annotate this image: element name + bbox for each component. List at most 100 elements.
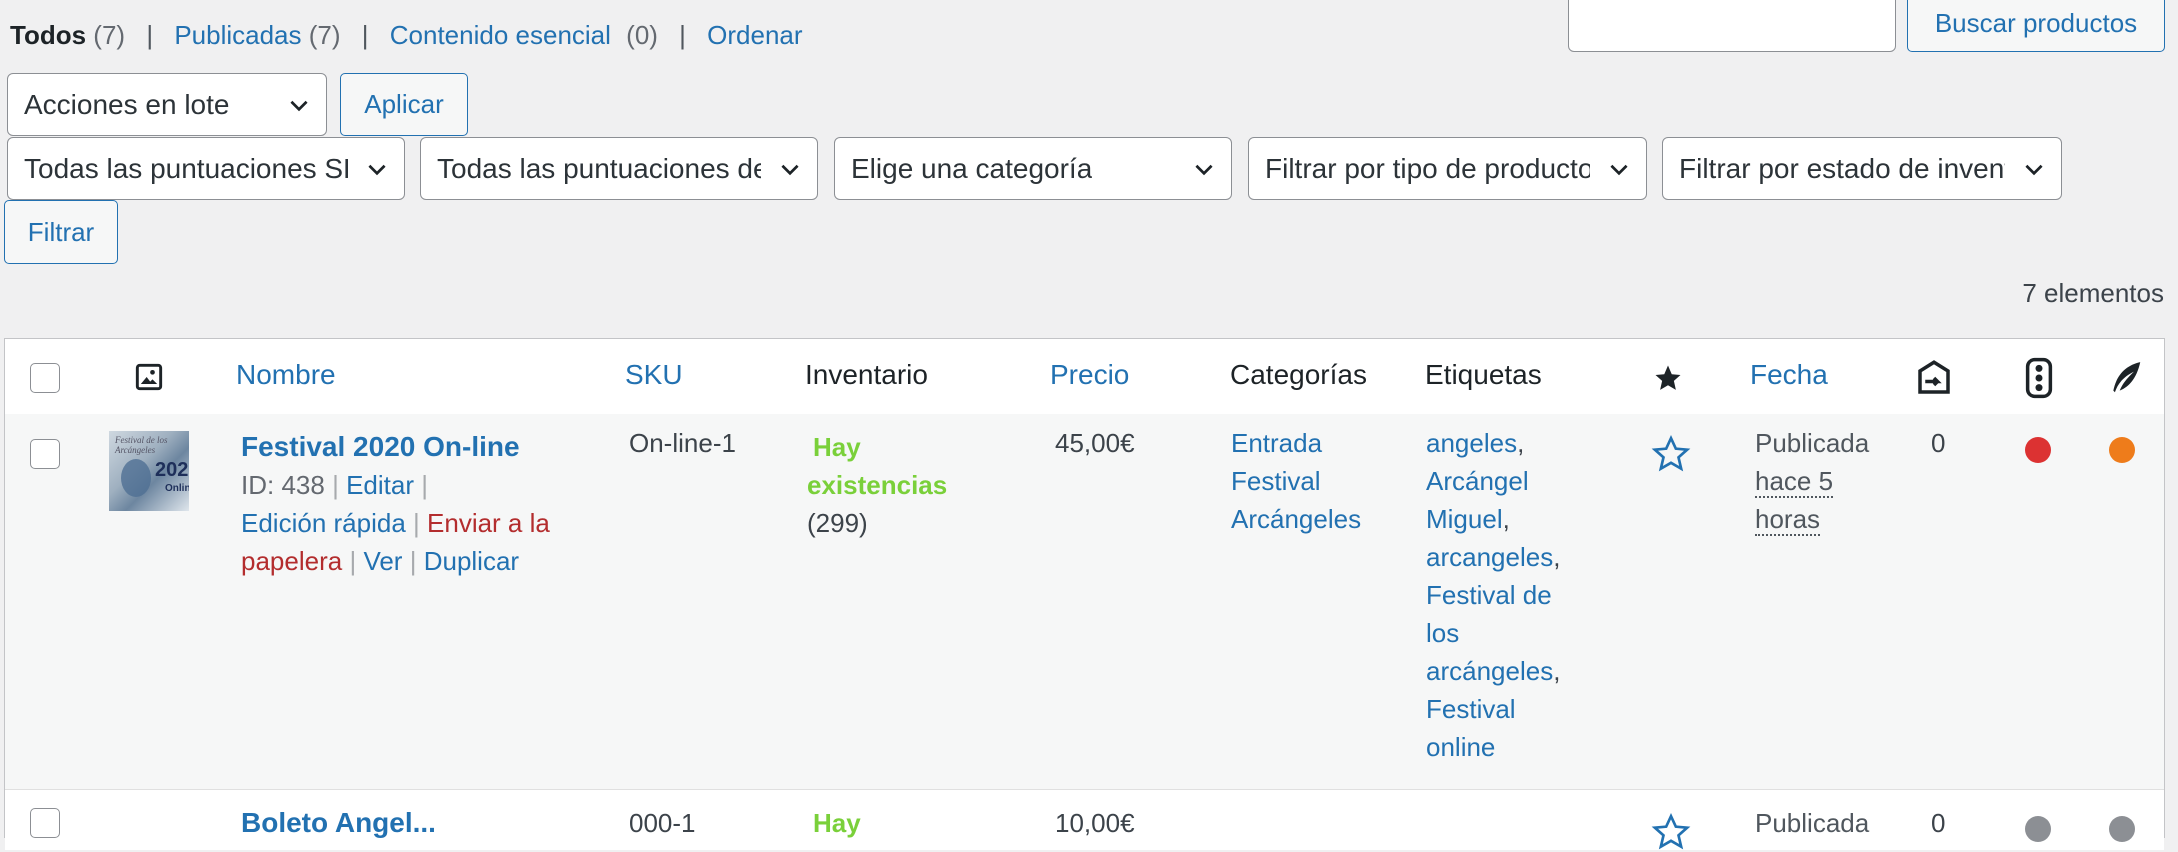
separator: | [332,470,339,500]
view-published-count: (7) [308,20,341,50]
chevron-down-icon [290,100,308,111]
table-row: Boleto Angel... 000-1 Hay 10,00€ Publica… [5,789,2164,850]
duplicate-link[interactable]: Duplicar [424,546,519,576]
column-sku[interactable]: SKU [625,359,683,391]
stock-cell: Hay existencias (299) [807,428,947,542]
apply-button[interactable]: Aplicar [340,73,468,136]
view-sort[interactable]: Ordenar [707,20,802,50]
separator: | [409,546,417,576]
products-table: Nombre SKU Inventario Precio Categorías … [4,338,2165,850]
seo-score-dot [2025,816,2051,842]
image-icon [135,363,163,391]
trash-link-line2[interactable]: papelera [241,546,342,576]
date-cell: Publicada hace 5 horas [1755,424,1869,538]
publish-status: Publicada [1755,428,1870,458]
thumbnail-year: 2020 [155,459,189,481]
view-essential[interactable]: Contenido esencial [390,20,611,50]
view-all-count: (7) [93,20,126,50]
stock-status-filter-value: Filtrar por estado de inventario [1679,152,2005,184]
traffic-light-icon [2025,357,2053,399]
readability-score-filter-value: Todas las puntuaciones de legibilidad [437,152,761,184]
product-thumbnail[interactable]: Festival de los Arcángeles 2020 Online [109,431,189,511]
select-all-checkbox[interactable] [30,363,60,393]
view-link[interactable]: Ver [363,546,402,576]
publish-status: Publicada [1755,808,1870,838]
price-cell: 45,00€ [1055,428,1135,458]
stock-status-line2: existencias [807,470,948,500]
bulk-actions-value: Acciones en lote [24,88,230,120]
category-link-line2[interactable]: Festival [1231,466,1321,496]
stock-status-filter[interactable]: Filtrar por estado de inventario [1662,137,2062,200]
chevron-down-icon [368,164,386,175]
readability-score-filter[interactable]: Todas las puntuaciones de legibilidad [420,137,818,200]
category-link-line1[interactable]: Entrada [1231,428,1322,458]
internal-links-count: 0 [1931,428,1946,458]
readability-score-dot [2109,437,2135,463]
tag-link[interactable]: Festival de [1426,580,1552,610]
chevron-down-icon [2025,164,2043,175]
separator: | [679,20,686,50]
seo-score-filter-value: Todas las puntuaciones SEO [24,152,348,184]
thumbnail-subtitle: Online [165,483,189,494]
thumbnail-figure [121,459,151,497]
row-checkbox[interactable] [30,439,60,469]
stock-cell: Hay [807,804,861,842]
seo-score-dot [2025,437,2051,463]
relative-date-line2: horas [1755,504,1821,536]
tag-link[interactable]: online [1426,732,1495,762]
view-all[interactable]: Todos [10,20,86,50]
search-input[interactable] [1568,0,1896,52]
chevron-down-icon [1610,164,1628,175]
column-price[interactable]: Precio [1050,359,1129,391]
separator: | [421,470,428,500]
product-name-link[interactable]: Festival 2020 On-line [241,431,520,462]
product-type-filter-value: Filtrar por tipo de producto [1265,152,1590,184]
links-icon [1918,360,1950,394]
search-products-button[interactable]: Buscar productos [1907,0,2165,52]
tag-link[interactable]: Arcángel [1426,466,1529,496]
featured-star-icon[interactable] [1651,434,1691,474]
star-icon[interactable] [1653,363,1683,393]
separator: | [349,546,357,576]
category-filter[interactable]: Elige una categoría [834,137,1232,200]
tag-link[interactable]: Festival [1426,694,1516,724]
table-row: Festival de los Arcángeles 2020 Online F… [5,414,2164,789]
tag-link[interactable]: arcangeles [1426,542,1553,572]
product-type-filter[interactable]: Filtrar por tipo de producto [1248,137,1647,200]
row-checkbox[interactable] [30,808,60,838]
product-name-link[interactable]: Boleto Angel... [241,807,436,838]
stock-status-line1: Hay [813,808,861,838]
tag-link[interactable]: Miguel [1426,504,1503,534]
quill-icon [2113,362,2141,393]
product-name-cell: Boleto Angel... [241,804,436,842]
sku-cell: 000-1 [629,808,696,838]
tags-cell: angeles, Arcángel Miguel, arcangeles, Fe… [1426,428,1561,762]
chevron-down-icon [781,164,799,175]
column-stock: Inventario [805,359,928,390]
column-tags: Etiquetas [1425,359,1542,390]
table-header: Nombre SKU Inventario Precio Categorías … [5,339,2164,415]
tag-link[interactable]: angeles [1426,428,1517,458]
featured-star-icon[interactable] [1651,812,1691,852]
tag-link[interactable]: los [1426,618,1459,648]
column-categories: Categorías [1230,359,1367,390]
column-name[interactable]: Nombre [236,359,336,391]
separator: | [413,508,420,538]
category-filter-value: Elige una categoría [851,152,1093,184]
view-essential-count: (0) [626,20,658,50]
quick-edit-link[interactable]: Edición rápida [241,508,406,538]
trash-link-line1[interactable]: Enviar a la [427,508,550,538]
bulk-actions-select[interactable]: Acciones en lote [7,73,327,136]
view-filters: Todos (7) | Publicadas (7) | Contenido e… [10,20,803,51]
items-count: 7 elementos [2022,278,2164,308]
category-link-line3[interactable]: Arcángeles [1231,504,1361,534]
seo-score-filter[interactable]: Todas las puntuaciones SEO [7,137,405,200]
column-date[interactable]: Fecha [1750,359,1828,391]
filter-button[interactable]: Filtrar [4,200,118,264]
thumbnail-title: Festival de los Arcángeles [115,435,168,455]
edit-link[interactable]: Editar [346,470,414,500]
tag-link[interactable]: arcángeles [1426,656,1553,686]
relative-date-line1: hace 5 [1755,466,1834,498]
stock-quantity: (299) [807,508,868,538]
view-published[interactable]: Publicadas [174,20,301,50]
